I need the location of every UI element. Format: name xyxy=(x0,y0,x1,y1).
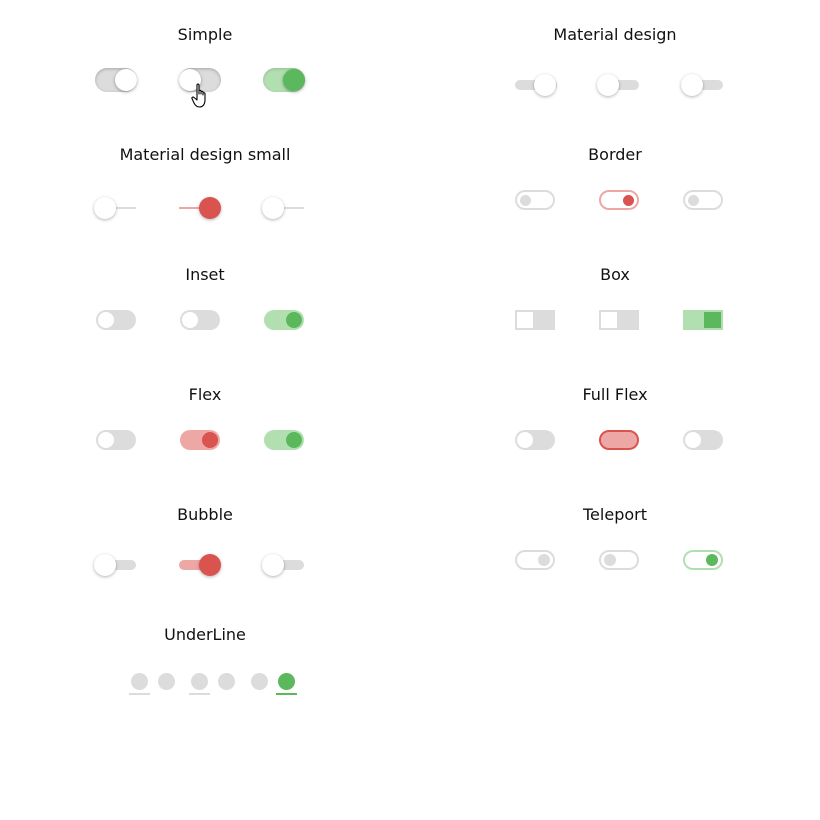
underline-toggle-1[interactable] xyxy=(129,673,177,695)
material-small-toggle-3[interactable] xyxy=(262,197,304,219)
group-box: Box xyxy=(410,250,820,370)
teleport-toggle-3[interactable] xyxy=(683,550,723,570)
group-title: Material design xyxy=(553,25,677,44)
teleport-toggle-1[interactable] xyxy=(515,550,555,570)
group-title: Box xyxy=(600,265,630,284)
group-title: Teleport xyxy=(583,505,647,524)
group-title: Bubble xyxy=(177,505,233,524)
group-full-flex: Full Flex xyxy=(410,370,820,490)
border-toggle-1[interactable] xyxy=(515,190,555,210)
teleport-toggle-2[interactable] xyxy=(599,550,639,570)
group-border: Border xyxy=(410,130,820,250)
group-inset: Inset xyxy=(0,250,410,370)
full-flex-toggle-2[interactable] xyxy=(599,430,639,450)
group-title: Full Flex xyxy=(582,385,648,404)
box-toggle-2[interactable] xyxy=(599,310,639,330)
group-title: Material design small xyxy=(119,145,291,164)
group-title: Simple xyxy=(177,25,233,44)
group-bubble: Bubble xyxy=(0,490,410,610)
border-toggle-3[interactable] xyxy=(683,190,723,210)
hand-pointer-icon xyxy=(191,83,206,108)
bubble-toggle-1[interactable] xyxy=(94,554,136,576)
group-material-design-small: Material design small xyxy=(0,130,410,250)
simple-toggle-1[interactable] xyxy=(95,68,137,92)
group-title: Flex xyxy=(188,385,222,404)
group-title: Inset xyxy=(185,265,225,284)
material-toggle-1[interactable] xyxy=(515,74,557,96)
group-underline: UnderLine xyxy=(0,610,410,730)
group-title: Border xyxy=(588,145,642,164)
group-material-design: Material design xyxy=(410,10,820,130)
group-teleport: Teleport xyxy=(410,490,820,610)
full-flex-toggle-3[interactable] xyxy=(683,430,723,450)
flex-toggle-1[interactable] xyxy=(96,430,136,450)
group-simple: Simple xyxy=(0,10,410,130)
underline-toggle-3[interactable] xyxy=(249,673,297,695)
inset-toggle-2[interactable] xyxy=(180,310,220,330)
box-toggle-1[interactable] xyxy=(515,310,555,330)
material-toggle-2[interactable] xyxy=(597,74,639,96)
simple-toggle-3[interactable] xyxy=(263,68,305,92)
flex-toggle-2[interactable] xyxy=(180,430,220,450)
group-title: UnderLine xyxy=(164,625,246,644)
border-toggle-2[interactable] xyxy=(599,190,639,210)
material-small-toggle-1[interactable] xyxy=(94,197,136,219)
underline-toggle-2[interactable] xyxy=(189,673,237,695)
material-small-toggle-2[interactable] xyxy=(179,197,221,219)
material-toggle-3[interactable] xyxy=(681,74,723,96)
inset-toggle-3[interactable] xyxy=(264,310,304,330)
inset-toggle-1[interactable] xyxy=(96,310,136,330)
bubble-toggle-3[interactable] xyxy=(262,554,304,576)
flex-toggle-3[interactable] xyxy=(264,430,304,450)
bubble-toggle-2[interactable] xyxy=(179,554,221,576)
group-flex: Flex xyxy=(0,370,410,490)
full-flex-toggle-1[interactable] xyxy=(515,430,555,450)
box-toggle-3[interactable] xyxy=(683,310,723,330)
